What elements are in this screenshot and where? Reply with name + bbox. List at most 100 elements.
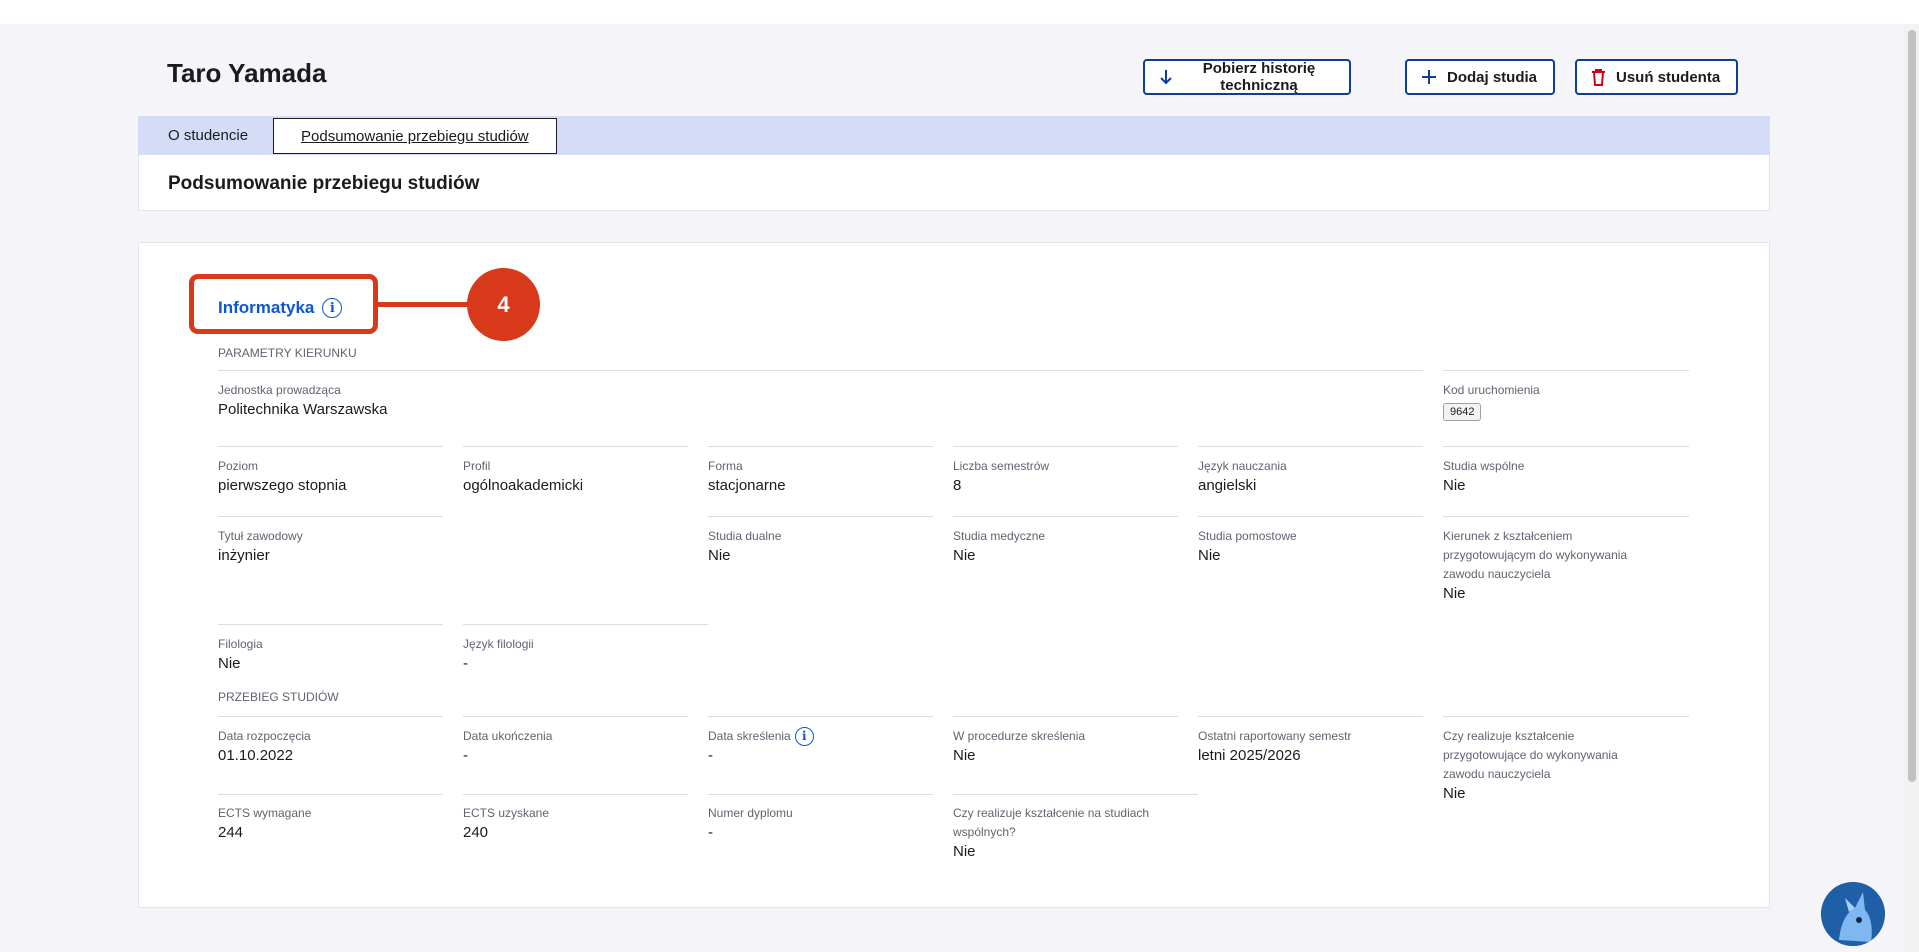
field-value: stacjonarne (708, 477, 786, 494)
student-name: Taro Yamada (167, 58, 327, 88)
field-ects-obtained: ECTS uzyskane 240 (463, 804, 688, 843)
field-label: Studia dualne (708, 529, 782, 543)
field-value: Nie (1198, 547, 1221, 564)
field-value: ogólnoakademicki (463, 477, 584, 494)
field-language: Język nauczania angielski (1198, 457, 1423, 496)
divider (218, 370, 1423, 371)
remove-student-label: Usuń studenta (1616, 68, 1721, 86)
divider (953, 516, 1178, 517)
page-title-panel: Podsumowanie przebiegu studiów (138, 155, 1770, 211)
field-label: Filologia (218, 637, 263, 651)
field-value: angielski (1198, 477, 1257, 494)
field-label: Studia pomostowe (1198, 529, 1297, 543)
field-unit: Jednostka prowadząca Politechnika Warszaw… (218, 381, 818, 420)
divider (708, 716, 933, 717)
section-params-heading: PARAMETRY KIERUNKU (218, 346, 357, 360)
field-value: pierwszego stopnia (218, 477, 347, 494)
field-label: Tytuł zawodowy (218, 529, 303, 543)
field-diploma-number: Numer dyplomu - (708, 804, 933, 843)
remove-student-button[interactable]: Usuń studenta (1575, 59, 1738, 95)
field-value: inżynier (218, 547, 270, 564)
divider (218, 716, 443, 717)
info-icon[interactable]: i (794, 727, 814, 746)
field-joint-studies: Studia wspólne Nie (1443, 457, 1668, 496)
divider (708, 446, 933, 447)
download-history-label: Pobierz historię techniczną (1202, 60, 1316, 94)
field-value: 240 (463, 824, 489, 841)
field-philology: Filologia Nie (218, 635, 443, 674)
add-studies-button[interactable]: Dodaj studia (1405, 59, 1555, 95)
divider (463, 794, 688, 795)
field-label: Język nauczania (1198, 459, 1287, 473)
field-value: Nie (708, 547, 731, 564)
field-ects-required: ECTS wymagane 244 (218, 804, 443, 843)
top-strip (0, 0, 1919, 24)
field-label: Język filologii (463, 637, 534, 651)
divider (463, 446, 688, 447)
arrow-down-icon (1160, 70, 1172, 85)
field-value: 01.10.2022 (218, 747, 294, 764)
field-label: Studia medyczne (953, 529, 1046, 543)
callout-number-badge: 4 (467, 268, 540, 341)
assistant-avatar[interactable] (1821, 882, 1885, 946)
field-removal-date: Data skreślenia i - (708, 727, 933, 766)
tab-bar: O studencie Podsumowanie przebiegu studi… (138, 116, 1770, 155)
field-value: 8 (953, 477, 962, 494)
field-value: letni 2025/2026 (1198, 747, 1301, 764)
field-profile: Profil ogólnoakademicki (463, 457, 688, 496)
divider (1198, 446, 1423, 447)
field-teacher-training: Czy realizuje kształcenie przygotowujące… (1443, 727, 1643, 804)
field-bridging-studies: Studia pomostowe Nie (1198, 527, 1423, 566)
field-label: W procedurze skreślenia (953, 729, 1086, 743)
divider (218, 446, 443, 447)
field-label: Czy realizuje kształcenie przygotowujące… (1443, 729, 1618, 781)
field-professional-title: Tytuł zawodowy inżynier (218, 527, 443, 566)
divider (1443, 370, 1689, 371)
scrollbar-thumb[interactable] (1908, 30, 1916, 782)
plus-icon (1422, 70, 1436, 84)
field-semesters: Liczba semestrów 8 (953, 457, 1178, 496)
field-label: Data ukończenia (463, 729, 553, 743)
field-label: Forma (708, 459, 743, 473)
tab-about-student[interactable]: O studencie (168, 116, 248, 155)
divider (708, 794, 933, 795)
field-label: Studia wspólne (1443, 459, 1525, 473)
launch-code-chip: 9642 (1443, 403, 1482, 421)
divider (953, 794, 1198, 795)
mascot-icon (1821, 882, 1885, 946)
field-value: - (708, 747, 713, 764)
divider (1443, 716, 1689, 717)
download-history-button[interactable]: Pobierz historię techniczną (1143, 59, 1351, 95)
divider (1443, 516, 1689, 517)
page-title: Podsumowanie przebiegu studiów (168, 173, 480, 194)
field-value: Nie (1443, 585, 1466, 602)
field-label: Numer dyplomu (708, 806, 793, 820)
field-value: - (708, 824, 713, 841)
field-label: Poziom (218, 459, 259, 473)
divider (1198, 716, 1423, 717)
field-value: Nie (1443, 477, 1466, 494)
divider (1443, 446, 1689, 447)
field-end-date: Data ukończenia - (463, 727, 688, 766)
divider (218, 624, 443, 625)
field-label: Profil (463, 459, 491, 473)
field-label-row: Data skreślenia i (708, 727, 933, 746)
callout-connector (378, 302, 470, 307)
divider (708, 516, 933, 517)
field-value: - (463, 747, 468, 764)
field-label: ECTS wymagane (218, 806, 312, 820)
field-value: - (463, 655, 468, 672)
field-value: Nie (218, 655, 241, 672)
field-level: Poziom pierwszego stopnia (218, 457, 443, 496)
field-label: Kod uruchomienia (1443, 383, 1540, 397)
field-launch-code: Kod uruchomienia 9642 (1443, 381, 1668, 421)
add-studies-label: Dodaj studia (1447, 68, 1538, 86)
field-label: Jednostka prowadząca (218, 383, 341, 397)
field-value: Nie (1443, 785, 1466, 802)
field-label: Liczba semestrów (953, 459, 1050, 473)
tab-studies-summary[interactable]: Podsumowanie przebiegu studiów (273, 118, 557, 154)
field-dual-studies: Studia dualne Nie (708, 527, 933, 566)
field-medical-studies: Studia medyczne Nie (953, 527, 1178, 566)
field-form: Forma stacjonarne (708, 457, 933, 496)
trash-icon (1592, 68, 1605, 86)
